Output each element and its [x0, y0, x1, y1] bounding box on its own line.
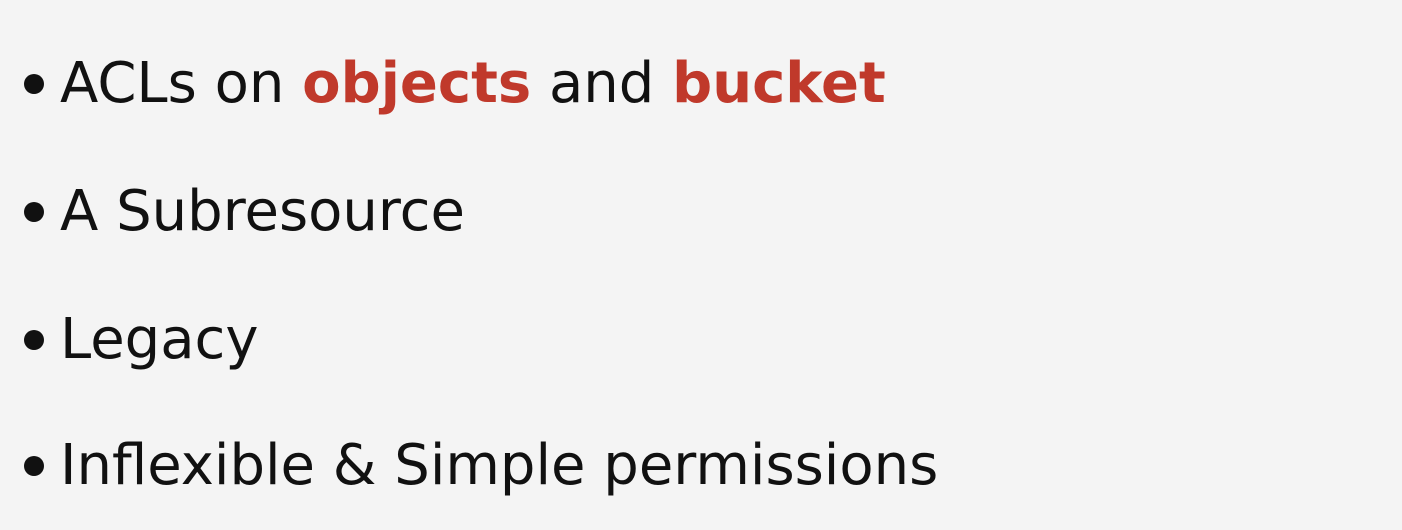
highlight-objects: objects [302, 51, 532, 116]
bullet-text-permissions: Inflexible & Simple permissions [60, 433, 939, 498]
bullet-dot-icon [24, 74, 44, 94]
slide: ACLs on objects and bucket A Subresource… [0, 0, 1402, 530]
highlight-bucket: bucket [672, 51, 886, 116]
bullet-item-subresource: A Subresource [24, 184, 465, 240]
bullet-text-part: and [531, 51, 673, 116]
bullet-text-legacy: Legacy [60, 307, 259, 372]
bullet-item-permissions: Inflexible & Simple permissions [24, 438, 938, 494]
bullet-item-acls: ACLs on objects and bucket [24, 56, 886, 112]
bullet-item-legacy: Legacy [24, 312, 258, 368]
bullet-dot-icon [24, 202, 44, 222]
bullet-text-part: ACLs on [60, 51, 303, 116]
bullet-dot-icon [24, 330, 44, 350]
bullet-text-subresource: A Subresource [60, 179, 465, 244]
bullet-dot-icon [24, 456, 44, 476]
bullet-text-acls: ACLs on objects and bucket [60, 56, 886, 112]
